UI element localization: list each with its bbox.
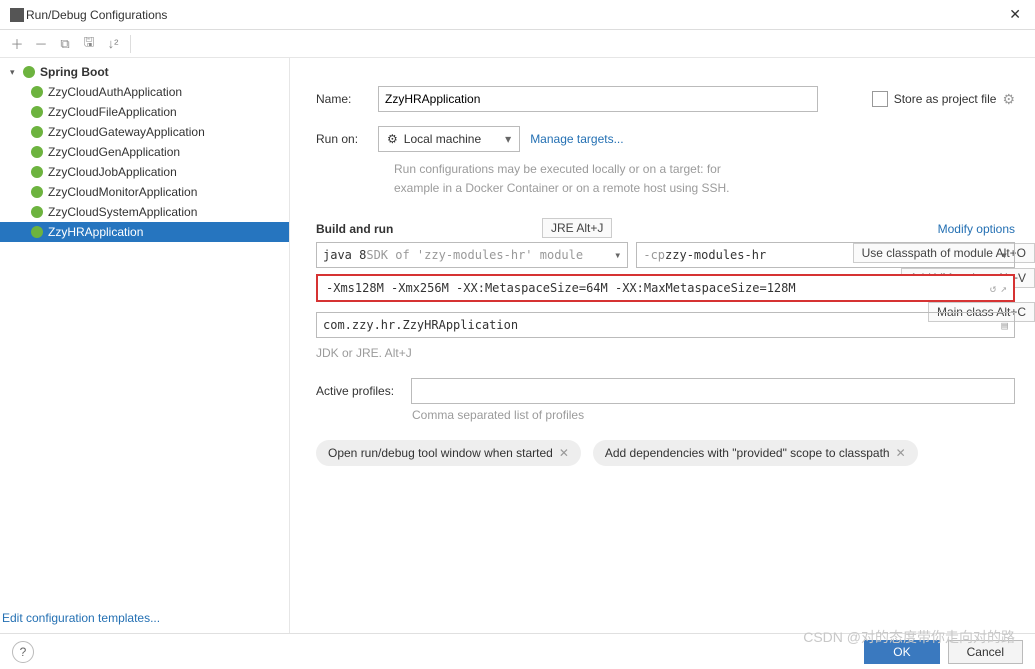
- chevron-down-icon: ▾: [505, 132, 511, 146]
- copy-icon[interactable]: ⧉: [56, 35, 74, 53]
- main-class-input[interactable]: com.zzy.hr.ZzyHRApplication ▤: [316, 312, 1015, 338]
- tree-item[interactable]: ZzyCloudGenApplication: [0, 142, 289, 162]
- spring-icon: [30, 105, 44, 119]
- tree-item-label: ZzyCloudGatewayApplication: [48, 125, 205, 139]
- vm-options-input[interactable]: -Xms128M -Xmx256M -XX:MetaspaceSize=64M …: [316, 274, 1015, 302]
- chevron-down-icon: ▾: [614, 248, 621, 262]
- cp-prefix: -cp: [643, 248, 665, 262]
- chip-provided-scope[interactable]: Add dependencies with "provided" scope t…: [593, 440, 918, 466]
- tree-item[interactable]: ZzyCloudGatewayApplication: [0, 122, 289, 142]
- tree-item[interactable]: ZzyCloudJobApplication: [0, 162, 289, 182]
- window-title: Run/Debug Configurations: [24, 8, 1005, 22]
- tree-item-label: ZzyCloudAuthApplication: [48, 85, 182, 99]
- tree-item-label: ZzyCloudSystemApplication: [48, 205, 197, 219]
- runon-value: Local machine: [404, 132, 481, 146]
- active-profiles-input[interactable]: [411, 378, 1015, 404]
- content-pane: Name: Store as project file ⚙ Run on: ⚙ …: [290, 58, 1035, 634]
- runon-label: Run on:: [316, 132, 368, 146]
- tree-item[interactable]: ZzyCloudMonitorApplication: [0, 182, 289, 202]
- tree-root-label: Spring Boot: [40, 65, 109, 79]
- main-class-value: com.zzy.hr.ZzyHRApplication: [323, 318, 518, 332]
- tree-root-spring-boot[interactable]: ▾ Spring Boot: [0, 62, 289, 82]
- toolbar: ＋ － ⧉ 🖫 ↓²: [0, 30, 1035, 58]
- chevron-down-icon: ▾: [1001, 248, 1008, 262]
- remove-icon[interactable]: －: [32, 35, 50, 53]
- jdk-module: SDK of 'zzy-modules-hr' module: [366, 248, 583, 262]
- tree-item-selected[interactable]: ZzyHRApplication: [0, 222, 289, 242]
- save-icon[interactable]: 🖫: [80, 35, 98, 53]
- ok-button[interactable]: OK: [864, 640, 939, 664]
- help-icon[interactable]: ?: [12, 641, 34, 663]
- modify-options-link[interactable]: Modify options: [938, 222, 1015, 236]
- tree-item-label: ZzyCloudGenApplication: [48, 145, 180, 159]
- jre-hint-popup: JRE Alt+J: [542, 218, 612, 238]
- chip-label: Add dependencies with "provided" scope t…: [605, 446, 890, 460]
- expand-icon[interactable]: ↗: [1000, 282, 1007, 295]
- store-label: Store as project file: [894, 92, 997, 106]
- tree-item-label: ZzyHRApplication: [48, 225, 143, 239]
- active-profiles-label: Active profiles:: [316, 384, 401, 398]
- jdk-hint: JDK or JRE. Alt+J: [316, 346, 1015, 360]
- spring-icon: [30, 205, 44, 219]
- build-section-title: Build and run: [316, 222, 393, 236]
- name-label: Name:: [316, 92, 368, 106]
- chip-label: Open run/debug tool window when started: [328, 446, 553, 460]
- tree-item-label: ZzyCloudJobApplication: [48, 165, 177, 179]
- gear-icon[interactable]: ⚙: [1002, 91, 1015, 108]
- chip-open-tool-window[interactable]: Open run/debug tool window when started …: [316, 440, 581, 466]
- title-bar: Run/Debug Configurations ✕: [0, 0, 1035, 30]
- store-checkbox[interactable]: [872, 91, 888, 107]
- spring-icon: [30, 185, 44, 199]
- app-icon: [10, 8, 24, 22]
- close-icon[interactable]: ✕: [1005, 6, 1025, 23]
- cancel-button[interactable]: Cancel: [948, 640, 1023, 664]
- tree-item-label: ZzyCloudFileApplication: [48, 105, 177, 119]
- name-input[interactable]: [378, 86, 818, 112]
- browse-icon[interactable]: ▤: [1001, 319, 1008, 332]
- manage-targets-link[interactable]: Manage targets...: [530, 132, 623, 146]
- tree-item[interactable]: ZzyCloudSystemApplication: [0, 202, 289, 222]
- runon-hint: Run configurations may be executed local…: [394, 160, 1015, 198]
- target-icon: ⚙: [387, 132, 398, 146]
- remove-chip-icon[interactable]: ✕: [559, 446, 569, 460]
- tree-item-label: ZzyCloudMonitorApplication: [48, 185, 197, 199]
- separator: [130, 35, 131, 53]
- sort-icon[interactable]: ↓²: [104, 35, 122, 53]
- tree-item[interactable]: ZzyCloudAuthApplication: [0, 82, 289, 102]
- history-icon[interactable]: ↺: [990, 282, 997, 295]
- vm-options-value: -Xms128M -Xmx256M -XX:MetaspaceSize=64M …: [326, 281, 796, 295]
- profiles-hint: Comma separated list of profiles: [412, 408, 1015, 422]
- chevron-down-icon: ▾: [10, 67, 18, 78]
- cp-value: zzy-modules-hr: [665, 248, 766, 262]
- classpath-dropdown[interactable]: -cp zzy-modules-hr ▾: [636, 242, 1015, 268]
- spring-icon: [30, 225, 44, 239]
- bottom-bar: ? OK Cancel: [0, 633, 1035, 669]
- edit-templates-link[interactable]: Edit configuration templates...: [2, 611, 160, 625]
- jdk-dropdown[interactable]: java 8 SDK of 'zzy-modules-hr' module ▾: [316, 242, 628, 268]
- spring-icon: [30, 165, 44, 179]
- spring-icon: [30, 145, 44, 159]
- spring-icon: [22, 65, 36, 79]
- runon-dropdown[interactable]: ⚙ Local machine ▾: [378, 126, 520, 152]
- add-icon[interactable]: ＋: [8, 35, 26, 53]
- remove-chip-icon[interactable]: ✕: [896, 446, 906, 460]
- jdk-prefix: java 8: [323, 248, 366, 262]
- tree-item[interactable]: ZzyCloudFileApplication: [0, 102, 289, 122]
- spring-icon: [30, 125, 44, 139]
- config-tree: ▾ Spring Boot ZzyCloudAuthApplication Zz…: [0, 58, 290, 634]
- spring-icon: [30, 85, 44, 99]
